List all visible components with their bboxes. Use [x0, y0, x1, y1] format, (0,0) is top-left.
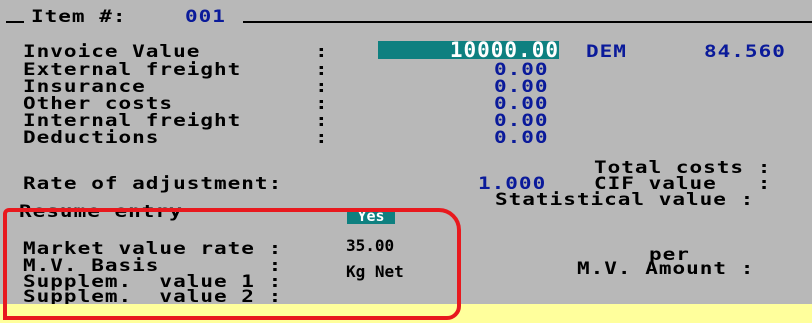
resume-entry-toggle[interactable]: Yes	[347, 208, 395, 224]
mv-amount-label: M.V. Amount :	[577, 258, 755, 279]
status-strip	[0, 304, 812, 323]
header-rule-right	[243, 21, 812, 23]
item-number-label: Item #:	[31, 6, 127, 27]
header-rule-left	[6, 21, 24, 23]
rate-of-adjustment-value[interactable]: 1.000	[478, 175, 546, 192]
supplem-value-2-label: Supplem. value 2 :	[23, 286, 283, 307]
market-value-rate-value[interactable]: 35.00	[346, 238, 394, 254]
invoice-value-input[interactable]: 10000.00	[378, 40, 559, 61]
colon: :	[315, 127, 329, 148]
currency-code: DEM	[586, 41, 627, 62]
exchange-rate: 84.560	[704, 41, 786, 62]
rate-of-adjustment-label: Rate of adjustment:	[23, 173, 283, 194]
deductions-label: Deductions	[23, 127, 160, 148]
mv-basis-value[interactable]: Kg Net	[346, 264, 404, 280]
resume-entry-label: Resume entry	[19, 201, 183, 222]
colon: :	[315, 41, 329, 62]
statistical-value-label: Statistical value :	[495, 189, 755, 210]
deductions-value[interactable]: 0.00	[494, 129, 549, 146]
item-number-value: 001	[185, 6, 226, 27]
invoice-value-label: Invoice Value	[23, 41, 201, 62]
